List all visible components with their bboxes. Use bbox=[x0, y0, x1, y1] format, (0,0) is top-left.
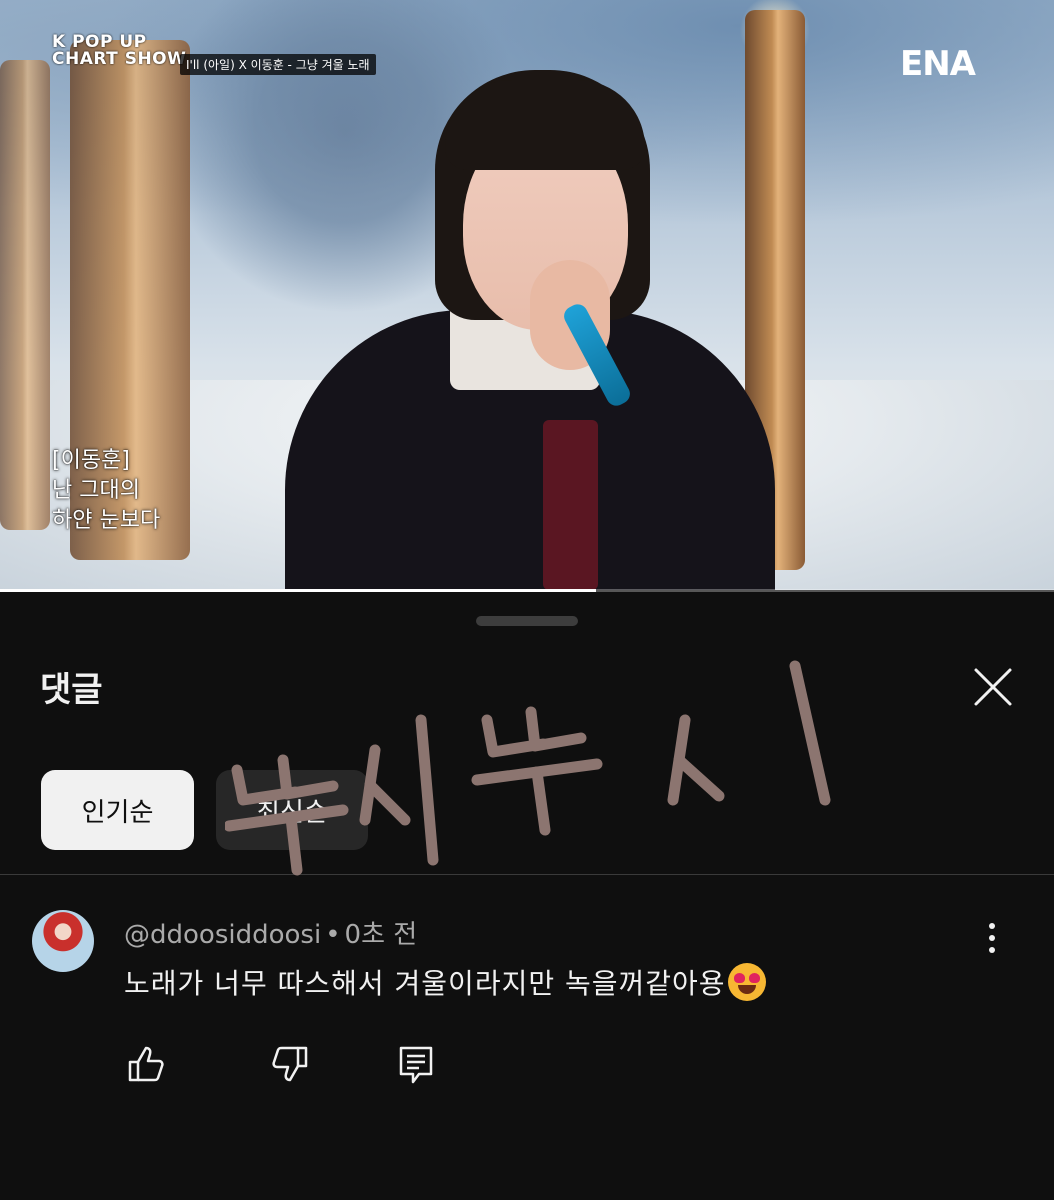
lyrics-line: 하얀 눈보다 bbox=[52, 508, 161, 533]
thumbs-down-icon bbox=[272, 1046, 308, 1082]
video-background-pillar bbox=[0, 60, 50, 530]
heart-eyes-emoji-icon bbox=[727, 963, 766, 1001]
drag-handle[interactable] bbox=[476, 616, 578, 626]
song-title-caption: I'll (아일) X 이동훈 - 그냥 겨울 노래 bbox=[180, 54, 376, 75]
meta-separator: • bbox=[325, 920, 341, 950]
close-icon bbox=[974, 668, 1012, 706]
comment-text: 노래가 너무 따스해서 겨울이라지만 녹을꺼같아용 bbox=[124, 962, 766, 1002]
comment-item: @ddoosiddoosi • 0초 전 노래가 너무 따스해서 겨울이라지만 녹을… bbox=[0, 896, 1054, 1096]
lyrics-line: 난 그대의 bbox=[52, 478, 140, 503]
comment-author[interactable]: @ddoosiddoosi bbox=[124, 920, 321, 950]
video-performer bbox=[285, 60, 775, 590]
video-progress-fill bbox=[0, 589, 596, 592]
channel-logo: ENA bbox=[900, 44, 976, 84]
like-button[interactable] bbox=[124, 1042, 168, 1086]
reply-comment-icon bbox=[399, 1046, 433, 1084]
video-progress-bar[interactable] bbox=[0, 589, 1054, 592]
sort-chip-label: 인기순 bbox=[81, 797, 154, 828]
show-logo: K POP UP CHART SHOW bbox=[52, 34, 186, 68]
thumbs-up-icon bbox=[128, 1046, 164, 1082]
handwritten-watermark bbox=[225, 660, 831, 876]
show-logo-line2: CHART SHOW bbox=[52, 49, 187, 69]
comment-meta: @ddoosiddoosi • 0초 전 bbox=[124, 914, 417, 951]
avatar[interactable] bbox=[32, 910, 94, 972]
reply-button[interactable] bbox=[394, 1042, 438, 1086]
lyrics-subtitle: [이동훈] 난 그대의 하얀 눈보다 bbox=[52, 446, 160, 536]
lyrics-line: [이동훈] bbox=[52, 448, 130, 473]
sort-chip-popular[interactable]: 인기순 bbox=[41, 770, 194, 850]
close-button[interactable] bbox=[968, 662, 1018, 712]
comment-time: 0초 전 bbox=[344, 920, 418, 950]
dislike-button[interactable] bbox=[268, 1042, 312, 1086]
more-options-button[interactable] bbox=[974, 918, 1010, 958]
video-player[interactable]: K POP UP CHART SHOW I'll (아일) X 이동훈 - 그냥… bbox=[0, 0, 1054, 590]
comments-title: 댓글 bbox=[40, 670, 103, 710]
comment-body: 노래가 너무 따스해서 겨울이라지만 녹을꺼같아용 bbox=[124, 967, 726, 1000]
more-vertical-icon bbox=[989, 923, 995, 953]
